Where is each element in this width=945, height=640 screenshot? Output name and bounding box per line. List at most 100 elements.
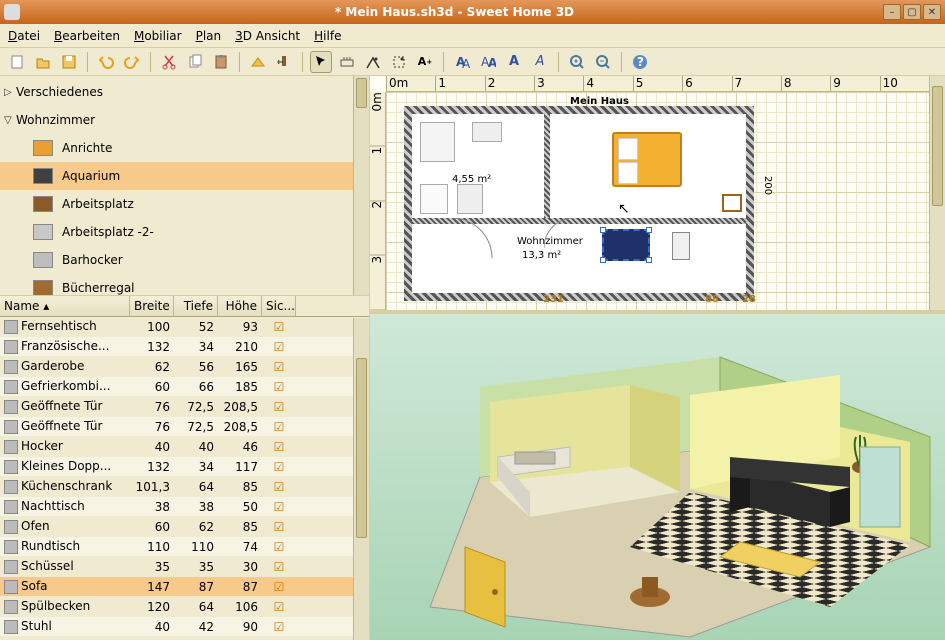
- menu-hilfe[interactable]: Hilfe: [314, 29, 341, 43]
- catalog-category[interactable]: ▽Wohnzimmer: [0, 106, 369, 134]
- label-88: 88: [705, 294, 719, 305]
- visible-checkbox[interactable]: ☑: [274, 360, 285, 374]
- plan-item-door-1[interactable]: [472, 122, 502, 142]
- svg-text:A: A: [462, 57, 470, 70]
- catalog-item[interactable]: Aquarium: [0, 162, 369, 190]
- select-tool-icon[interactable]: [310, 51, 332, 73]
- redo-icon[interactable]: [121, 51, 143, 73]
- visible-checkbox[interactable]: ☑: [274, 580, 285, 594]
- visible-checkbox[interactable]: ☑: [274, 340, 285, 354]
- catalog-item[interactable]: Arbeitsplatz: [0, 190, 369, 218]
- add-furniture-icon[interactable]: [247, 51, 269, 73]
- col-breite[interactable]: Breite: [130, 296, 174, 316]
- col-tiefe[interactable]: Tiefe: [174, 296, 218, 316]
- maximize-button[interactable]: ▢: [903, 4, 921, 20]
- visible-checkbox[interactable]: ☑: [274, 440, 285, 454]
- view-3d[interactable]: [370, 314, 945, 640]
- plan-item-bed[interactable]: [612, 132, 682, 187]
- col-sichtbar[interactable]: Sic...: [262, 296, 296, 316]
- text-increase-icon[interactable]: AA: [477, 51, 499, 73]
- open-icon[interactable]: [32, 51, 54, 73]
- minimize-button[interactable]: –: [883, 4, 901, 20]
- plan-item-oven[interactable]: [457, 184, 483, 214]
- visible-checkbox[interactable]: ☑: [274, 420, 285, 434]
- table-row[interactable]: Geöffnete Tür7672,5208,5☑: [0, 397, 369, 417]
- cut-icon[interactable]: [158, 51, 180, 73]
- plan-item-sofa[interactable]: [602, 229, 650, 261]
- text-tool-icon[interactable]: AA: [451, 51, 473, 73]
- table-row[interactable]: Kleines Dopp...13234117☑: [0, 457, 369, 477]
- visible-checkbox[interactable]: ☑: [274, 600, 285, 614]
- new-icon[interactable]: [6, 51, 28, 73]
- copy-icon[interactable]: [184, 51, 206, 73]
- table-row[interactable]: Stuhl404290☑: [0, 617, 369, 637]
- table-row[interactable]: Geöffnete Tür7672,5208,5☑: [0, 417, 369, 437]
- catalog-item[interactable]: Bücherregal: [0, 274, 369, 296]
- catalog-category[interactable]: ▷Verschiedenes: [0, 78, 369, 106]
- text-bold-icon[interactable]: A: [503, 51, 525, 73]
- table-row[interactable]: Rundtisch11011074☑: [0, 537, 369, 557]
- menu-3d-ansicht[interactable]: 3D Ansicht: [235, 29, 300, 43]
- paste-icon[interactable]: [210, 51, 232, 73]
- create-walls-icon[interactable]: [362, 51, 384, 73]
- table-row[interactable]: Sofa1478787☑: [0, 577, 369, 597]
- catalog-item[interactable]: Barhocker: [0, 246, 369, 274]
- visible-checkbox[interactable]: ☑: [274, 520, 285, 534]
- visible-checkbox[interactable]: ☑: [274, 540, 285, 554]
- plan-item-fridge[interactable]: [420, 184, 448, 214]
- close-button[interactable]: ✕: [923, 4, 941, 20]
- table-row[interactable]: Nachttisch383850☑: [0, 497, 369, 517]
- table-row[interactable]: Hocker404046☑: [0, 437, 369, 457]
- undo-icon[interactable]: [95, 51, 117, 73]
- pan-tool-icon[interactable]: [336, 51, 358, 73]
- table-scrollbar[interactable]: [353, 318, 369, 640]
- table-row[interactable]: Fernsehtisch1005293☑: [0, 317, 369, 337]
- visible-checkbox[interactable]: ☑: [274, 560, 285, 574]
- create-room-icon[interactable]: [388, 51, 410, 73]
- table-row[interactable]: Schüssel353530☑: [0, 557, 369, 577]
- furniture-table[interactable]: Name ▴ Breite Tiefe Höhe Sic... Fernseht…: [0, 296, 369, 640]
- table-row[interactable]: Französische...13234210☑: [0, 337, 369, 357]
- create-dimension-icon[interactable]: A+: [414, 51, 436, 73]
- help-icon[interactable]: ?: [629, 51, 651, 73]
- plan-item-nightstand[interactable]: [722, 194, 742, 212]
- text-italic-icon[interactable]: A: [529, 51, 551, 73]
- plan-item-picture[interactable]: [672, 232, 690, 260]
- catalog-item[interactable]: Arbeitsplatz -2-: [0, 218, 369, 246]
- col-name[interactable]: Name ▴: [0, 296, 130, 316]
- plan-scrollbar-v[interactable]: [929, 76, 945, 310]
- menu-bearbeiten[interactable]: Bearbeiten: [54, 29, 120, 43]
- table-row[interactable]: Spülbecken12064106☑: [0, 597, 369, 617]
- furniture-catalog[interactable]: ▷Verschiedenes▽WohnzimmerAnrichteAquariu…: [0, 76, 369, 296]
- table-row[interactable]: Gefrierkombi...6066185☑: [0, 377, 369, 397]
- menu-datei[interactable]: Datei: [8, 29, 40, 43]
- catalog-scrollbar[interactable]: [353, 76, 369, 295]
- import-furniture-icon[interactable]: [273, 51, 295, 73]
- zoom-out-icon[interactable]: [592, 51, 614, 73]
- visible-checkbox[interactable]: ☑: [274, 620, 285, 634]
- menu-mobiliar[interactable]: Mobiliar: [134, 29, 182, 43]
- visible-checkbox[interactable]: ☑: [274, 380, 285, 394]
- visible-checkbox[interactable]: ☑: [274, 500, 285, 514]
- menubar: Datei Bearbeiten Mobiliar Plan 3D Ansich…: [0, 24, 945, 48]
- col-hoehe[interactable]: Höhe: [218, 296, 262, 316]
- table-row[interactable]: Küchenschrank101,36485☑: [0, 477, 369, 497]
- window-titlebar: * Mein Haus.sh3d - Sweet Home 3D – ▢ ✕: [0, 0, 945, 24]
- visible-checkbox[interactable]: ☑: [274, 480, 285, 494]
- catalog-item[interactable]: Anrichte: [0, 134, 369, 162]
- save-icon[interactable]: [58, 51, 80, 73]
- menu-plan[interactable]: Plan: [196, 29, 222, 43]
- plan-item-wardrobe[interactable]: [420, 122, 455, 162]
- table-row[interactable]: Ofen606285☑: [0, 517, 369, 537]
- visible-checkbox[interactable]: ☑: [274, 320, 285, 334]
- zoom-in-icon[interactable]: [566, 51, 588, 73]
- toolbar: A+ AA AA A A ?: [0, 48, 945, 76]
- plan-view[interactable]: 0m12345678910 0m123 Mein Haus 224 332 20…: [370, 76, 945, 314]
- dim-200: 200: [762, 176, 773, 195]
- visible-checkbox[interactable]: ☑: [274, 460, 285, 474]
- app-icon: [4, 4, 20, 20]
- label-28: 28: [742, 294, 756, 305]
- visible-checkbox[interactable]: ☑: [274, 400, 285, 414]
- table-row[interactable]: Garderobe6256165☑: [0, 357, 369, 377]
- window-title: * Mein Haus.sh3d - Sweet Home 3D: [26, 5, 883, 19]
